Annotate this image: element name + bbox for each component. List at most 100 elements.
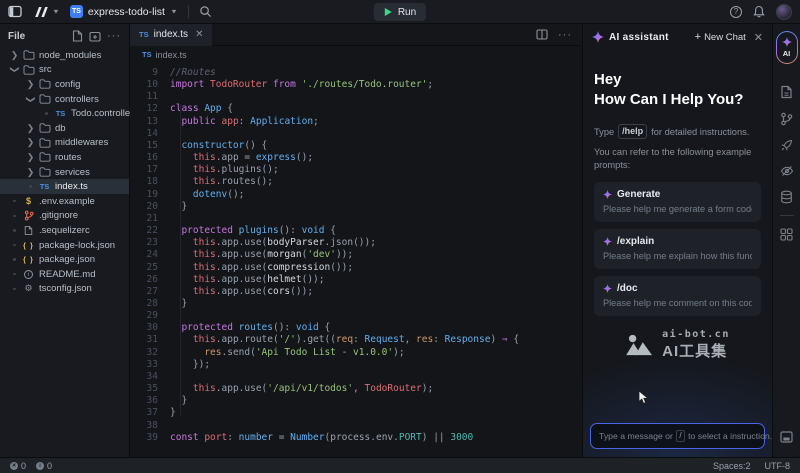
chat-input-placeholder: Type a message or / to select a instruct… — [599, 430, 772, 442]
deploy-rocket-icon[interactable] — [780, 139, 793, 152]
ai-assistant-panel: AI assistant + New Chat ✕ Hey How Can I … — [582, 24, 772, 457]
new-file-icon[interactable] — [72, 30, 83, 42]
watermark: ai-bot.cn AI工具集 — [594, 329, 761, 361]
line-number: 17 — [130, 164, 170, 176]
line-number: 37 — [130, 407, 170, 419]
docs-icon[interactable] — [780, 85, 793, 99]
divider — [188, 6, 189, 18]
chevron-right-icon: ❯ — [24, 124, 37, 133]
ai-bot-logo-icon — [625, 333, 655, 357]
line-number: 32 — [130, 347, 170, 359]
tree-item-controllers[interactable]: ❯controllers — [0, 92, 129, 107]
prompt-description: Please help me generate a form code. — [603, 204, 752, 214]
tree-item-.gitignore[interactable]: .gitignore — [0, 209, 129, 224]
chat-input[interactable]: Type a message or / to select a instruct… — [590, 423, 765, 449]
line-number: 16 — [130, 152, 170, 164]
tree-item-.env.example[interactable]: $.env.example — [0, 194, 129, 209]
status-bar: ✕ 0 i 0 Spaces:2 UTF-8 — [0, 457, 800, 473]
tree-item-label: package.json — [39, 254, 95, 265]
user-avatar[interactable] — [776, 4, 792, 20]
problems-errors[interactable]: ✕ 0 — [10, 461, 26, 471]
run-button[interactable]: Run — [374, 3, 426, 21]
extensions-grid-icon[interactable] — [780, 228, 793, 241]
tree-item-README.md[interactable]: iREADME.md — [0, 267, 129, 282]
tree-item-label: node_modules — [39, 50, 101, 61]
folder-icon — [21, 50, 36, 60]
tree-item-tsconfig.json[interactable]: ⚙tsconfig.json — [0, 282, 129, 297]
tree-item-label: services — [55, 167, 90, 178]
chevron-down-icon: ❯ — [10, 63, 19, 76]
file-dot — [8, 229, 21, 232]
ts-file-icon: TS — [139, 30, 149, 39]
tree-item-package-lock.json[interactable]: { }package-lock.json — [0, 238, 129, 253]
line-number: 29 — [130, 310, 170, 322]
tree-item-index.ts[interactable]: TSindex.ts — [0, 179, 129, 194]
chevron-right-icon: ❯ — [24, 80, 37, 89]
line-number: 9 — [130, 67, 170, 79]
tree-item-node_modules[interactable]: ❯node_modules — [0, 48, 129, 63]
prompt-card-Generate[interactable]: Generate Please help me generate a form c… — [594, 182, 761, 222]
prompt-card-explain[interactable]: /explainPlease help me explain how this … — [594, 229, 761, 269]
tsconfig-file-icon: ⚙ — [21, 284, 36, 294]
help-icon[interactable]: ? — [730, 6, 742, 18]
problems-infos[interactable]: i 0 — [36, 461, 52, 471]
prompt-title: Generate — [617, 189, 660, 200]
tree-item-label: routes — [55, 152, 81, 163]
sidebar-toggle-icon[interactable] — [8, 5, 22, 18]
file-dot — [8, 200, 21, 203]
sparkle-icon — [603, 190, 612, 199]
tree-item-label: .gitignore — [39, 210, 78, 221]
prompt-description: Please help me explain how this function… — [603, 251, 752, 261]
tree-item-middlewares[interactable]: ❯middlewares — [0, 136, 129, 151]
preview-eye-icon[interactable] — [780, 165, 794, 177]
sparkle-icon — [782, 37, 792, 47]
search-icon[interactable] — [199, 5, 212, 18]
line-number: 15 — [130, 140, 170, 152]
chevron-right-icon: ❯ — [24, 168, 37, 177]
tree-item-label: db — [55, 123, 66, 134]
file-icon — [21, 225, 36, 236]
git-branch-icon[interactable] — [780, 112, 793, 126]
tree-item-db[interactable]: ❯ db — [0, 121, 129, 136]
file-tree: ❯node_modules❯src❯config❯controllersTSTo… — [0, 48, 129, 296]
breadcrumb[interactable]: TS index.ts — [130, 46, 582, 63]
terminal-panel-icon[interactable] — [780, 431, 793, 443]
tab-index-ts[interactable]: TS index.ts ✕ — [130, 24, 212, 46]
new-chat-button[interactable]: + New Chat — [695, 32, 746, 43]
line-number: 36 — [130, 395, 170, 407]
tree-item-src[interactable]: ❯src — [0, 63, 129, 78]
tab-bar: TS index.ts ✕ ··· — [130, 24, 582, 46]
line-number: 26 — [130, 274, 170, 286]
indent-setting[interactable]: Spaces:2 — [713, 461, 751, 471]
folder-icon — [21, 65, 36, 75]
tree-item-label: .sequelizerc — [39, 225, 90, 236]
tree-item-config[interactable]: ❯config — [0, 77, 129, 92]
line-number: 12 — [130, 103, 170, 115]
info-icon: i — [36, 462, 44, 470]
line-number: 14 — [130, 128, 170, 140]
notifications-bell-icon[interactable] — [753, 5, 765, 18]
tree-item-label: README.md — [39, 269, 95, 280]
line-number: 39 — [130, 432, 170, 444]
sparkle-icon — [592, 31, 604, 43]
project-ts-badge: TS — [70, 5, 83, 18]
greeting: Hey How Can I Help You? — [594, 70, 761, 109]
tree-item-Todo.controller.ts[interactable]: TSTodo.controller.ts — [0, 106, 129, 121]
project-switcher[interactable]: TS express-todo-list ▼ — [70, 5, 178, 18]
file-dot — [24, 185, 37, 188]
tree-item-package.json[interactable]: { }package.json — [0, 252, 129, 267]
ide-logo[interactable]: ▼ — [32, 6, 60, 18]
ai-tab-button[interactable]: AI — [776, 31, 798, 64]
prompt-card-doc[interactable]: /docPlease help me comment on this code. — [594, 276, 761, 316]
split-editor-icon[interactable] — [536, 29, 548, 40]
tree-item-.sequelizerc[interactable]: .sequelizerc — [0, 223, 129, 238]
code-area[interactable]: 9//Routes10import TodoRouter from './rou… — [130, 63, 582, 457]
new-folder-icon[interactable] — [89, 31, 101, 42]
encoding-setting[interactable]: UTF-8 — [765, 461, 791, 471]
line-number: 11 — [130, 91, 170, 103]
tree-item-routes[interactable]: ❯routes — [0, 150, 129, 165]
database-icon[interactable] — [780, 190, 793, 204]
tree-item-services[interactable]: ❯ services — [0, 165, 129, 180]
close-panel-icon[interactable]: ✕ — [754, 31, 763, 44]
close-tab-icon[interactable]: ✕ — [195, 29, 203, 40]
